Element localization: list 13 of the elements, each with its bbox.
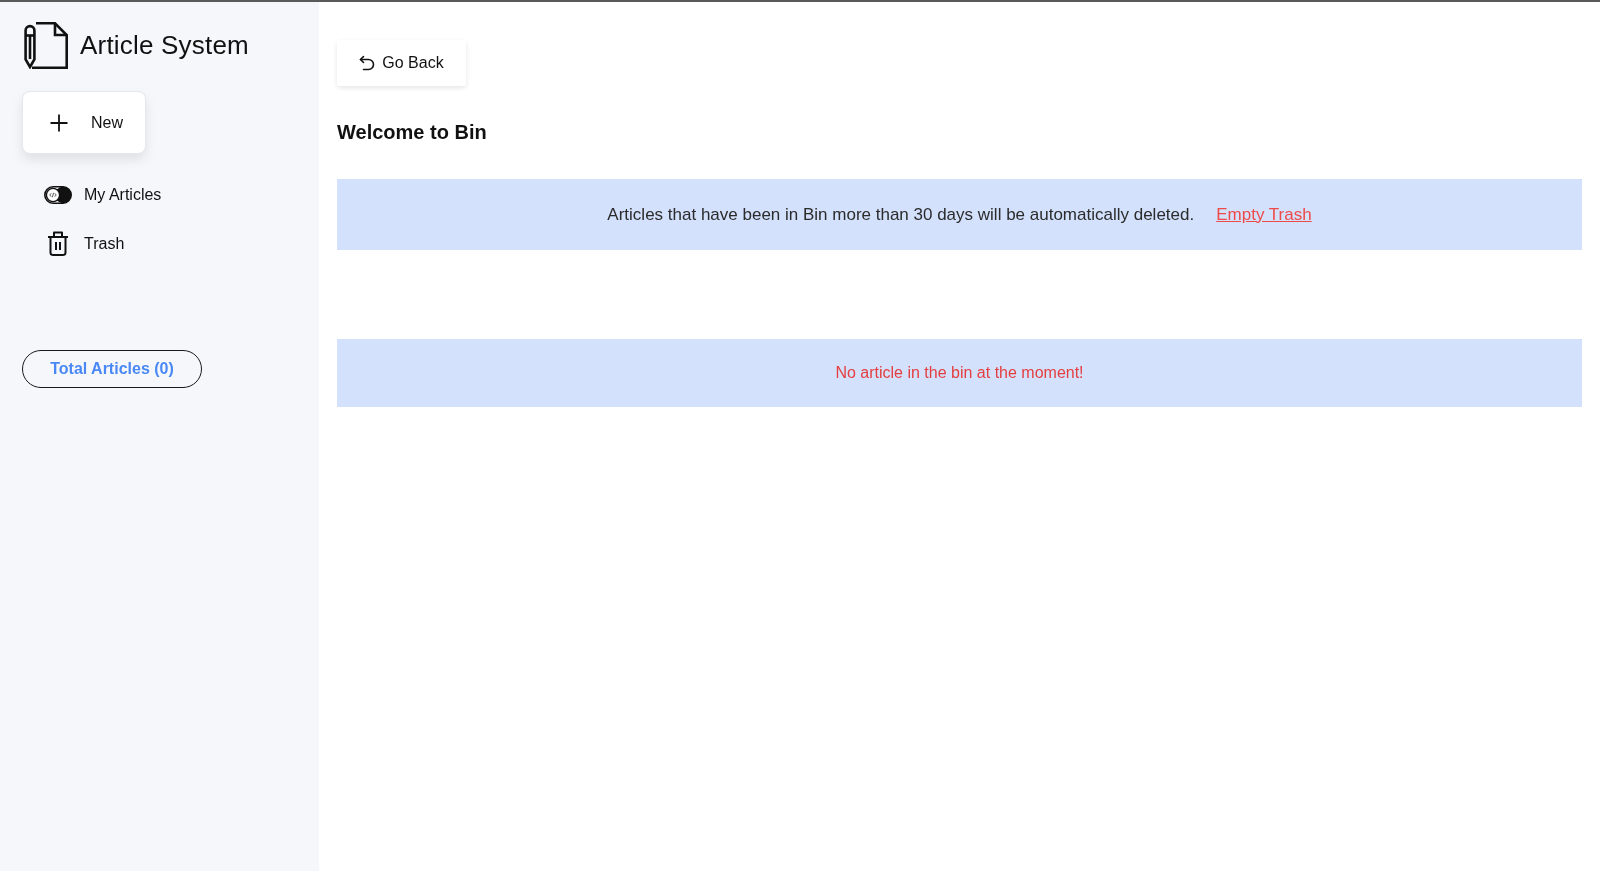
new-button[interactable]: New <box>22 91 146 154</box>
trash-icon <box>47 231 69 256</box>
plus-icon <box>50 113 68 132</box>
document-pen-icon <box>24 22 68 69</box>
nav-item[interactable]: Trash <box>22 219 162 268</box>
notice-text: Articles that have been in Bin more than 30 days will be automatically deleted. <box>607 204 1195 225</box>
undo-arrow-icon <box>359 55 376 71</box>
empty-message: No article in the bin at the moment! <box>835 364 1084 382</box>
page-heading: Welcome to Bin <box>337 120 488 144</box>
app-title: Article System <box>80 30 249 61</box>
toggle-icon <box>44 185 72 204</box>
nav-item[interactable]: My Articles <box>22 170 162 219</box>
go-back-button[interactable]: Go Back <box>337 40 466 86</box>
